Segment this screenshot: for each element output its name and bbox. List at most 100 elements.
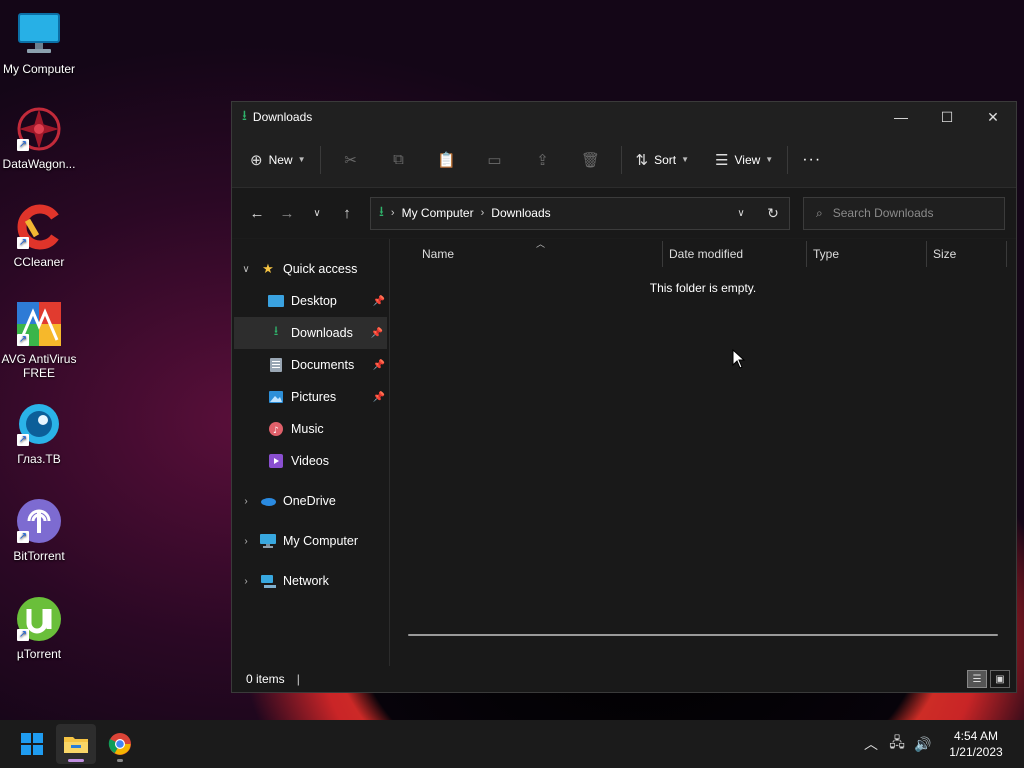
desktop-icon-ccleaner[interactable]: ↗ CCleaner [0, 203, 78, 269]
chevron-up-icon: ︿ [864, 736, 878, 752]
column-header-name[interactable]: Name [422, 239, 454, 269]
arrow-left-icon: ← [249, 204, 265, 222]
desktop-icon-my-computer[interactable]: My Computer [0, 10, 78, 76]
pictures-icon [268, 389, 284, 405]
large-icons-view-button[interactable]: ▣ [990, 670, 1010, 688]
show-hidden-icons-button[interactable]: ︿ [858, 734, 884, 754]
share-button[interactable]: ⇪ [519, 144, 567, 176]
pin-icon: 📌 [370, 327, 383, 339]
sort-button[interactable]: ⇅ Sort ▼ [628, 144, 698, 176]
sidebar-item-downloads[interactable]: ⭳ Downloads 📌 [234, 317, 387, 349]
minimize-button[interactable]: — [878, 102, 924, 132]
network-status-button[interactable]: 🖧 [884, 732, 910, 756]
shortcut-arrow-icon: ↗ [17, 237, 29, 249]
toolbar-divider [620, 145, 622, 174]
sidebar-item-videos[interactable]: Videos [232, 445, 389, 477]
download-icon: ⭳ [379, 203, 384, 219]
datawagon-icon: ↗ [15, 105, 63, 153]
avg-icon: ↗ [15, 300, 63, 348]
sidebar-item-network[interactable]: › Network [232, 565, 389, 597]
column-header-type[interactable]: Type [813, 239, 839, 269]
breadcrumb-my-computer[interactable]: My Computer [402, 206, 474, 220]
start-button[interactable] [12, 724, 52, 764]
clock[interactable]: 4:54 AM 1/21/2023 [940, 728, 1012, 760]
status-divider: | [296, 672, 300, 686]
view-button[interactable]: ☰ View ▼ [707, 144, 781, 176]
toolbar-divider [319, 145, 321, 174]
download-icon: ⭳ [273, 323, 279, 338]
desktop-icon-utorrent[interactable]: ↗ µTorrent [0, 595, 78, 661]
address-bar[interactable]: ⭳ › My Computer › Downloads ∨ ↻ [370, 196, 790, 230]
column-divider[interactable] [1006, 241, 1007, 267]
maximize-button[interactable]: ☐ [924, 102, 970, 132]
recent-locations-button[interactable]: ∨ [302, 198, 332, 228]
scissors-icon: ✂ [344, 151, 357, 169]
sidebar-item-quick-access[interactable]: ∨ ★ Quick access [232, 253, 389, 285]
status-bar: 0 items | ☰ ▣ [232, 666, 1016, 692]
chevron-down-icon[interactable]: ∨ [232, 264, 260, 275]
sidebar-item-my-computer[interactable]: › My Computer [232, 525, 389, 557]
sidebar-item-label: Quick access [283, 262, 358, 276]
monitor-icon [15, 10, 63, 58]
copy-button[interactable]: ⧉ [375, 144, 423, 176]
desktop-icon-glaz-tv[interactable]: ↗ Глаз.ТВ [0, 400, 78, 466]
desktop-icon-label: BitTorrent [13, 549, 65, 563]
paste-button[interactable]: 📋 [423, 144, 471, 176]
title-bar[interactable]: ⭳ Downloads — ☐ ✕ [232, 102, 1016, 132]
cut-button[interactable]: ✂ [327, 144, 375, 176]
desktop-icon-datawagon[interactable]: ↗ DataWagon... [0, 105, 78, 171]
breadcrumb-downloads[interactable]: Downloads [491, 206, 550, 220]
column-headers: ︿ Name Date modified Type Size [390, 239, 1016, 269]
volume-button[interactable]: 🔊 [910, 736, 936, 753]
sidebar-item-documents[interactable]: Documents 📌 [232, 349, 389, 381]
mouse-cursor-icon [732, 349, 746, 369]
horizontal-scrollbar[interactable] [408, 634, 998, 636]
more-options-button[interactable]: ··· [794, 144, 829, 176]
address-dropdown-icon[interactable]: ∨ [725, 208, 757, 219]
close-button[interactable]: ✕ [970, 102, 1016, 132]
cloud-icon [260, 493, 276, 509]
chevron-right-icon[interactable]: › [232, 496, 260, 507]
new-button[interactable]: ⊕ New ▼ [242, 144, 314, 176]
sidebar-item-label: Pictures [291, 390, 337, 404]
chevron-right-icon[interactable]: › [232, 536, 260, 547]
shortcut-arrow-icon: ↗ [17, 434, 29, 446]
utorrent-icon: ↗ [15, 595, 63, 643]
file-list[interactable]: ︿ Name Date modified Type Size This fold… [390, 239, 1016, 666]
column-divider[interactable] [926, 241, 927, 267]
column-divider[interactable] [662, 241, 663, 267]
active-app-indicator [68, 759, 84, 762]
search-input[interactable]: ⌕ Search Downloads [803, 196, 1005, 230]
search-placeholder: Search Downloads [832, 206, 934, 220]
sidebar-item-pictures[interactable]: Pictures 📌 [232, 381, 389, 413]
delete-button[interactable]: 🗑 [567, 144, 615, 176]
sidebar-item-desktop[interactable]: Desktop 📌 [232, 285, 389, 317]
column-divider[interactable] [806, 241, 807, 267]
download-icon: ⭳ [242, 107, 247, 123]
details-view-button[interactable]: ☰ [967, 670, 987, 688]
file-explorer-window: ⭳ Downloads — ☐ ✕ ⊕ New ▼ ✂ ⧉ 📋 ▭ ⇪ 🗑 ⇅ … [231, 101, 1017, 693]
taskbar-file-explorer[interactable] [56, 724, 96, 764]
refresh-icon[interactable]: ↻ [757, 205, 789, 222]
back-button[interactable]: ← [242, 198, 272, 228]
chevron-down-icon: ▼ [681, 155, 690, 164]
forward-button[interactable]: → [272, 198, 302, 228]
column-header-date-modified[interactable]: Date modified [669, 239, 743, 269]
rename-button[interactable]: ▭ [471, 144, 519, 176]
chevron-right-icon[interactable]: › [232, 576, 260, 587]
desktop-icon-bittorrent[interactable]: ↗ BitTorrent [0, 497, 78, 563]
desktop-icon [268, 293, 284, 309]
chevron-down-icon: ▼ [297, 155, 306, 164]
sidebar-item-onedrive[interactable]: › OneDrive [232, 485, 389, 517]
network-icon [260, 573, 276, 589]
sidebar-item-music[interactable]: ♪ Music [232, 413, 389, 445]
folder-icon [64, 737, 88, 753]
network-icon: 🖧 [889, 734, 905, 750]
sidebar-item-label: Videos [291, 454, 329, 468]
taskbar-chrome[interactable] [100, 724, 140, 764]
up-button[interactable]: ↑ [332, 198, 362, 228]
column-header-size[interactable]: Size [933, 239, 956, 269]
list-view-icon: ☰ [715, 151, 729, 169]
document-icon [268, 357, 284, 373]
desktop-icon-avg[interactable]: ↗ AVG AntiVirus FREE [0, 300, 78, 380]
